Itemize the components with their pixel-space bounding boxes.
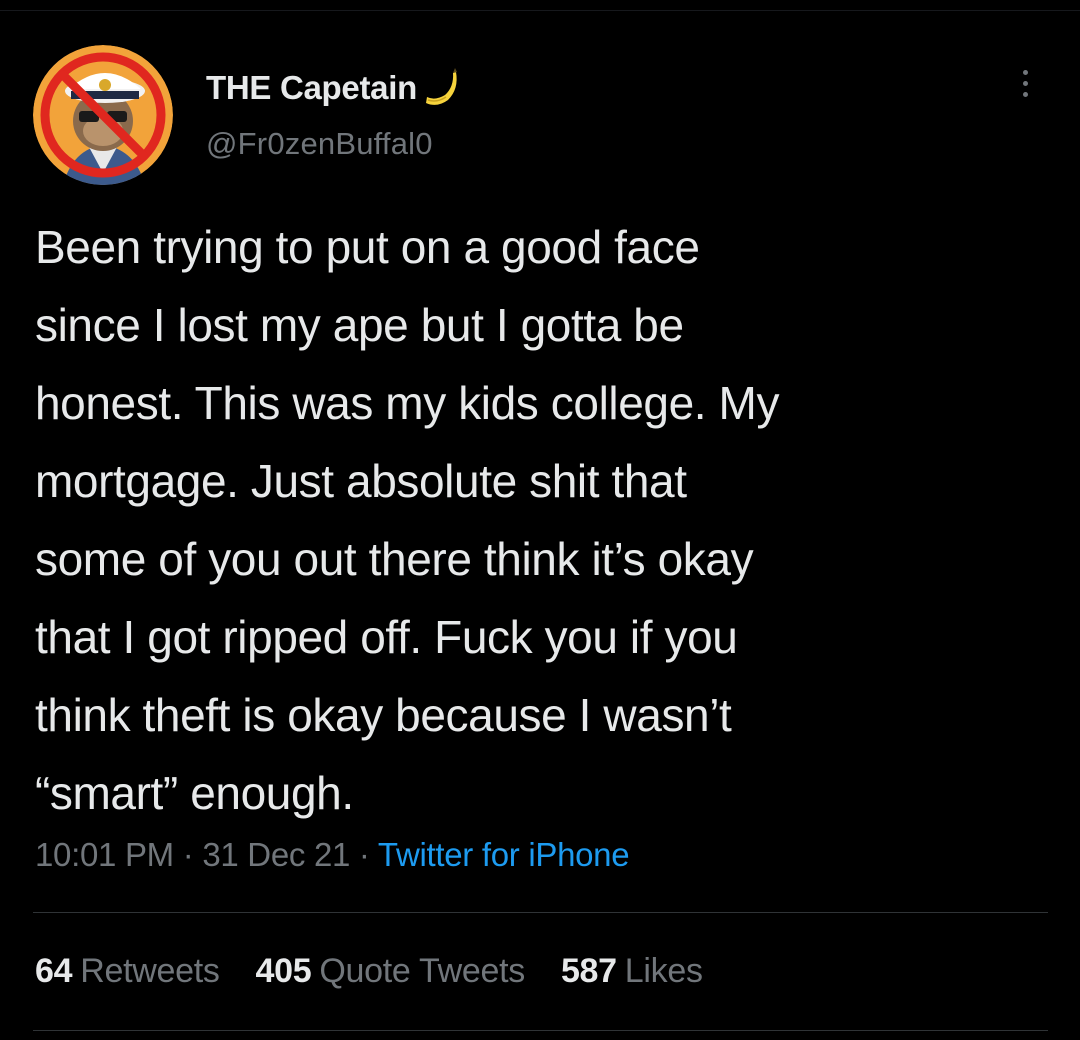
author-handle[interactable]: @Fr0zenBuffal0: [206, 126, 433, 162]
stats-top-divider: [33, 912, 1048, 913]
more-options-icon[interactable]: [1012, 70, 1038, 110]
likes-stat[interactable]: 587 Likes: [561, 952, 703, 991]
tweet-text-line: think theft is okay because I wasn’t: [35, 689, 732, 741]
avatar[interactable]: [33, 45, 173, 185]
author-name-row[interactable]: THE Capetain: [206, 66, 459, 110]
stats-bottom-divider: [33, 1030, 1048, 1031]
tweet-text-line: Been trying to put on a good face: [35, 221, 700, 273]
tweet-source-link[interactable]: Twitter for iPhone: [378, 836, 630, 873]
quote-tweets-count: 405: [255, 952, 312, 990]
likes-count: 587: [560, 952, 617, 990]
tweet-text-line: “smart” enough.: [35, 767, 354, 819]
tweet-text-line: mortgage. Just absolute shit that: [35, 455, 687, 507]
tweet-text-line: since I lost my ape but I gotta be: [35, 299, 684, 351]
tweet-text-line: some of you out there think it’s okay: [35, 533, 754, 585]
likes-label: Likes: [624, 952, 703, 990]
meta-separator: ·: [358, 836, 370, 873]
quote-tweets-stat[interactable]: 405 Quote Tweets: [255, 952, 526, 991]
quote-tweets-label: Quote Tweets: [319, 952, 525, 990]
banana-icon: [421, 67, 459, 109]
tweet-text-line: that I got ripped off. Fuck you if you: [35, 611, 738, 663]
retweets-count: 64: [35, 952, 73, 990]
display-name[interactable]: THE Capetain: [206, 69, 417, 107]
retweets-stat[interactable]: 64 Retweets: [35, 952, 220, 991]
tweet-text-line: honest. This was my kids college. My: [35, 377, 780, 429]
ape-avatar-image: [33, 45, 173, 185]
tweet-meta: 10:01 PM · 31 Dec 21 · Twitter for iPhon…: [35, 836, 630, 874]
top-divider: [0, 10, 1080, 11]
tweet-time[interactable]: 10:01 PM: [35, 836, 174, 873]
meta-separator: ·: [182, 836, 194, 873]
tweet-text: Been trying to put on a good face since …: [35, 208, 1045, 832]
tweet-date[interactable]: 31 Dec 21: [202, 836, 350, 873]
tweet-stats: 64 Retweets 405 Quote Tweets 587 Likes: [35, 952, 703, 991]
retweets-label: Retweets: [80, 952, 220, 990]
